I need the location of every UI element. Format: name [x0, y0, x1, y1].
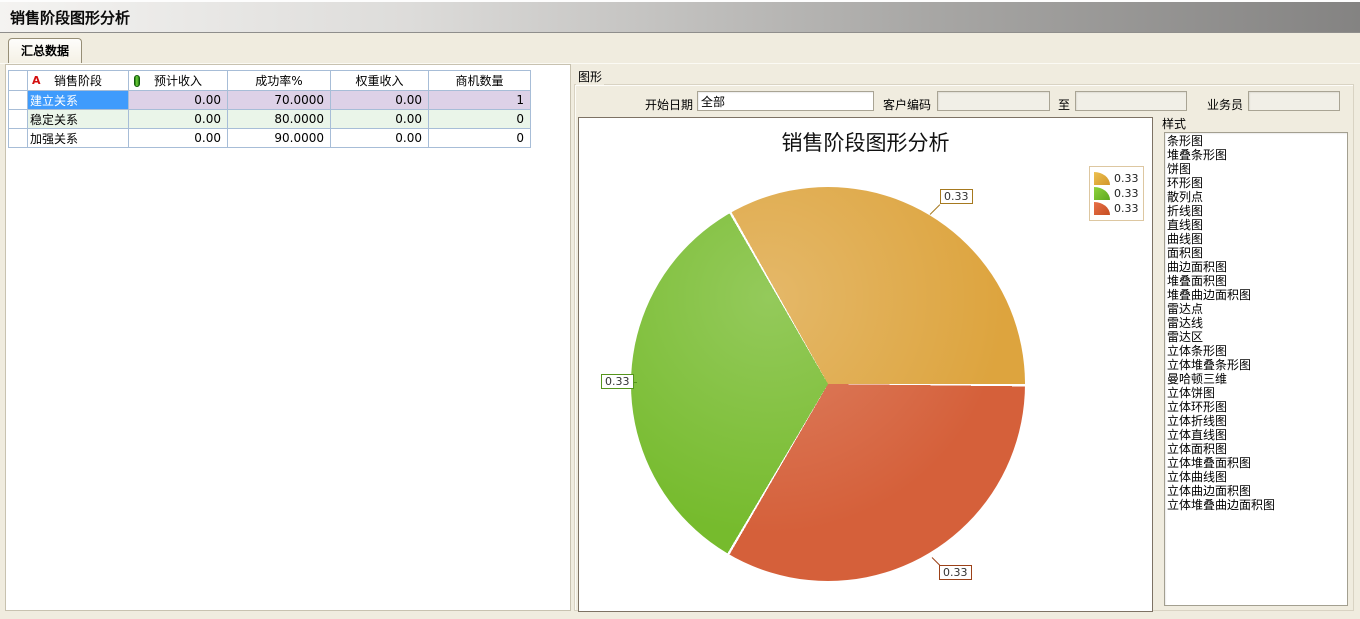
style-option[interactable]: 曼哈顿三维 — [1167, 372, 1347, 386]
column-header-label: 成功率% — [255, 74, 302, 88]
legend-value: 0.33 — [1114, 202, 1139, 215]
customer-code-label: 客户编码 — [883, 96, 931, 113]
window-titlebar: 销售阶段图形分析 — [0, 0, 1360, 33]
legend-swatch-icon — [1094, 172, 1110, 185]
success-rate-cell[interactable]: 80.0000 — [228, 110, 331, 129]
table-row: 建立关系 0.00 70.0000 0.00 1 — [9, 91, 531, 110]
label-leader-line — [930, 204, 941, 215]
weighted-income-cell[interactable]: 0.00 — [331, 129, 429, 148]
slice-value-label: 0.33 — [940, 189, 973, 204]
style-option[interactable]: 立体面积图 — [1167, 442, 1347, 456]
column-header-label: 预计收入 — [154, 74, 202, 88]
customer-code-to-input[interactable] — [1075, 91, 1187, 111]
slice-value-label: 0.33 — [939, 565, 972, 580]
column-header-label: 商机数量 — [455, 74, 503, 88]
style-option[interactable]: 立体折线图 — [1167, 414, 1347, 428]
style-option[interactable]: 堆叠曲边面积图 — [1167, 288, 1347, 302]
legend-entry: 0.33 — [1094, 172, 1139, 185]
legend-value: 0.33 — [1114, 187, 1139, 200]
column-header-label: 销售阶段 — [54, 74, 102, 88]
text-field-icon: A — [32, 74, 41, 87]
salesman-label: 业务员 — [1207, 96, 1243, 113]
chart-title: 销售阶段图形分析 — [579, 127, 1152, 157]
tab-strip: 汇总数据 — [0, 33, 1360, 64]
style-option[interactable]: 立体条形图 — [1167, 344, 1347, 358]
style-option[interactable]: 曲线图 — [1167, 232, 1347, 246]
opportunity-count-cell[interactable]: 0 — [429, 129, 531, 148]
summary-table-panel: A 销售阶段 预计收入 成功率% 权重收入 商机数量 — [5, 64, 571, 611]
weighted-income-cell[interactable]: 0.00 — [331, 110, 429, 129]
window-title: 销售阶段图形分析 — [10, 7, 130, 28]
expected-income-cell[interactable]: 0.00 — [129, 91, 228, 110]
legend-entry: 0.33 — [1094, 202, 1139, 215]
to-label: 至 — [1058, 96, 1070, 113]
style-option[interactable]: 雷达区 — [1167, 330, 1347, 344]
column-header-expected-income[interactable]: 预计收入 — [129, 71, 228, 91]
stage-cell[interactable]: 稳定关系 — [28, 110, 129, 129]
expected-income-cell[interactable]: 0.00 — [129, 110, 228, 129]
success-rate-cell[interactable]: 90.0000 — [228, 129, 331, 148]
stage-cell[interactable]: 加强关系 — [28, 129, 129, 148]
column-header-stage[interactable]: A 销售阶段 — [28, 71, 129, 91]
start-date-label: 开始日期 — [645, 96, 693, 113]
column-header-success-rate[interactable]: 成功率% — [228, 71, 331, 91]
style-option[interactable]: 立体环形图 — [1167, 400, 1347, 414]
row-indicator-header — [9, 71, 28, 91]
row-indicator-cell[interactable] — [9, 91, 28, 110]
style-option[interactable]: 条形图 — [1167, 134, 1347, 148]
sales-stage-table: A 销售阶段 预计收入 成功率% 权重收入 商机数量 — [8, 70, 531, 148]
chart-area: 销售阶段图形分析 0.33 0.33 0.33 0.33 0.33 0.33 — [578, 117, 1153, 612]
row-indicator-cell[interactable] — [9, 110, 28, 129]
style-option[interactable]: 堆叠条形图 — [1167, 148, 1347, 162]
graph-group-label: 图形 — [576, 68, 604, 85]
style-option[interactable]: 立体曲边面积图 — [1167, 484, 1347, 498]
style-option[interactable]: 曲边面积图 — [1167, 260, 1347, 274]
stage-cell[interactable]: 建立关系 — [28, 91, 129, 110]
style-option[interactable]: 直线图 — [1167, 218, 1347, 232]
style-option[interactable]: 雷达点 — [1167, 302, 1347, 316]
style-option[interactable]: 立体直线图 — [1167, 428, 1347, 442]
legend-swatch-icon — [1094, 202, 1110, 215]
customer-code-input[interactable] — [937, 91, 1050, 111]
numeric-field-icon — [134, 75, 140, 87]
tab-summary-data[interactable]: 汇总数据 — [8, 38, 82, 64]
salesman-input[interactable] — [1248, 91, 1340, 111]
style-option[interactable]: 立体曲线图 — [1167, 470, 1347, 484]
style-option[interactable]: 立体堆叠面积图 — [1167, 456, 1347, 470]
success-rate-cell[interactable]: 70.0000 — [228, 91, 331, 110]
style-group-label: 样式 — [1160, 115, 1188, 132]
column-header-label: 权重收入 — [355, 74, 403, 88]
column-header-weighted-income[interactable]: 权重收入 — [331, 71, 429, 91]
style-option[interactable]: 立体堆叠条形图 — [1167, 358, 1347, 372]
style-option[interactable]: 堆叠面积图 — [1167, 274, 1347, 288]
weighted-income-cell[interactable]: 0.00 — [331, 91, 429, 110]
table-row: 加强关系 0.00 90.0000 0.00 0 — [9, 129, 531, 148]
slice-value-label: 0.33 — [601, 374, 634, 389]
style-list[interactable]: 条形图堆叠条形图饼图环形图散列点折线图直线图曲线图面积图曲边面积图堆叠面积图堆叠… — [1164, 132, 1348, 606]
legend-swatch-icon — [1094, 187, 1110, 200]
legend-value: 0.33 — [1114, 172, 1139, 185]
column-header-opportunity-count[interactable]: 商机数量 — [429, 71, 531, 91]
expected-income-cell[interactable]: 0.00 — [129, 129, 228, 148]
opportunity-count-cell[interactable]: 0 — [429, 110, 531, 129]
table-header-row: A 销售阶段 预计收入 成功率% 权重收入 商机数量 — [9, 71, 531, 91]
style-option[interactable]: 散列点 — [1167, 190, 1347, 204]
style-option[interactable]: 折线图 — [1167, 204, 1347, 218]
style-option[interactable]: 立体堆叠曲边面积图 — [1167, 498, 1347, 512]
style-option[interactable]: 饼图 — [1167, 162, 1347, 176]
graph-group: 图形 开始日期 客户编码 至 业务员 销售阶段图形分析 0.330.330.33… — [574, 64, 1356, 613]
style-option[interactable]: 面积图 — [1167, 246, 1347, 260]
start-date-input[interactable] — [697, 91, 874, 111]
style-option[interactable]: 环形图 — [1167, 176, 1347, 190]
chart-legend: 0.33 0.33 0.33 — [1089, 166, 1144, 221]
legend-entry: 0.33 — [1094, 187, 1139, 200]
style-option[interactable]: 立体饼图 — [1167, 386, 1347, 400]
row-indicator-cell[interactable] — [9, 129, 28, 148]
style-option[interactable]: 雷达线 — [1167, 316, 1347, 330]
app-window: 销售阶段图形分析 汇总数据 A 销售阶段 预计收入 — [0, 0, 1360, 619]
pie-chart[interactable] — [631, 187, 1025, 581]
opportunity-count-cell[interactable]: 1 — [429, 91, 531, 110]
table-row: 稳定关系 0.00 80.0000 0.00 0 — [9, 110, 531, 129]
